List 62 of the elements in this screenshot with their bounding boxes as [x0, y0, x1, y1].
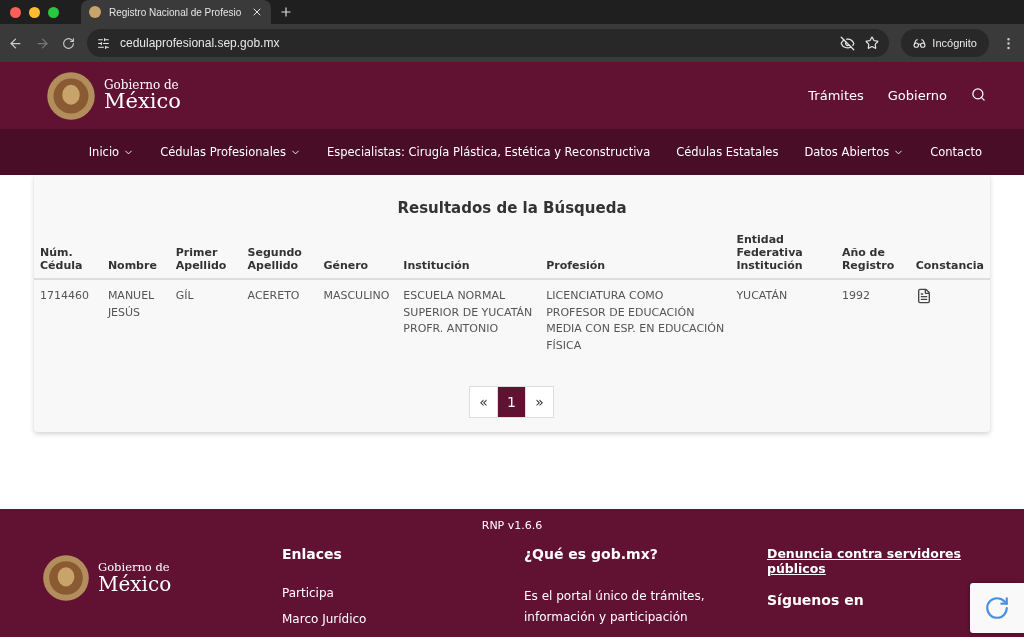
logo-text: Gobierno de México — [104, 79, 181, 112]
address-bar[interactable]: cedulaprofesional.sep.gob.mx — [87, 29, 890, 57]
column-header: Primer Apellido — [169, 227, 242, 279]
minimize-window-icon[interactable] — [29, 6, 40, 18]
table-cell: GÍL — [169, 279, 242, 362]
results-title: Resultados de la Búsqueda — [397, 199, 627, 217]
new-tab-icon[interactable] — [279, 5, 293, 19]
column-header: Institución — [397, 227, 541, 279]
reload-icon[interactable] — [62, 36, 75, 50]
column-header: Género — [317, 227, 398, 279]
column-header: Núm. Cédula — [34, 227, 102, 279]
report-link[interactable]: Denuncia contra servidores públicos — [767, 546, 987, 576]
nav-item[interactable]: Datos Abiertos — [804, 145, 905, 159]
coat-of-arms-icon — [46, 70, 96, 121]
logo-text: Gobierno de México — [98, 562, 172, 594]
nav-item[interactable]: Cédulas Profesionales — [160, 145, 301, 159]
close-icon[interactable] — [251, 6, 263, 18]
search-icon[interactable] — [971, 86, 986, 102]
column-header: Constancia — [909, 227, 990, 279]
links-heading: Enlaces — [282, 546, 343, 562]
nav-item[interactable]: Cédulas Estatales — [676, 145, 779, 159]
coat-of-arms-icon — [42, 554, 90, 602]
forward-icon[interactable] — [35, 35, 50, 51]
follow-heading: Síguenos en — [767, 592, 865, 608]
table-cell: 1714460 — [34, 279, 102, 362]
site-settings-icon[interactable] — [97, 36, 110, 50]
eye-slash-icon[interactable] — [840, 35, 856, 51]
column-header: Entidad Federativa Institución — [730, 227, 836, 279]
recaptcha-icon — [984, 595, 1010, 621]
footer-link[interactable]: Participa — [282, 586, 524, 600]
table-cell: YUCATÁN — [730, 279, 836, 362]
next-page-button[interactable]: » — [525, 386, 554, 418]
about-text: Es el portal único de trámites, información y participación — [524, 588, 706, 626]
maximize-window-icon[interactable] — [48, 6, 59, 18]
back-icon[interactable] — [8, 35, 23, 51]
column-header: Profesión — [540, 227, 731, 279]
footer-link[interactable]: Marco Jurídico — [282, 612, 524, 626]
bookmark-star-icon[interactable] — [865, 36, 880, 50]
nav-item[interactable]: Contacto — [930, 145, 982, 159]
about-heading: ¿Qué es gob.mx? — [524, 546, 659, 562]
table-cell: MASCULINO — [317, 279, 398, 362]
table-cell: LICENCIATURA COMO PROFESOR DE EDUCACIÓN MEDIA CON ESP. EN EDUCACIÓN FÍSICA — [540, 279, 731, 362]
version-label: RNP v1.6.6 — [481, 519, 543, 532]
incognito-button[interactable]: Incógnito — [901, 29, 989, 57]
incognito-icon — [913, 36, 927, 50]
favicon-icon — [89, 6, 101, 18]
page-button[interactable]: 1 — [497, 386, 526, 418]
column-header: Año de Registro — [835, 227, 910, 279]
column-header: Segundo Apellido — [241, 227, 318, 279]
browser-tab[interactable]: Registro Nacional de Profesio — [81, 0, 271, 24]
close-window-icon[interactable] — [10, 6, 21, 18]
previous-page-button[interactable]: « — [469, 386, 498, 418]
table-cell: 1992 — [835, 279, 910, 362]
nav-item[interactable]: Inicio — [88, 145, 135, 159]
table-cell: ACERETO — [241, 279, 318, 362]
table-cell: ESCUELA NORMAL SUPERIOR DE YUCATÁN PROFR. ANTONIO — [397, 279, 541, 362]
header-link[interactable]: Trámites — [808, 88, 864, 103]
column-header: Nombre — [101, 227, 170, 279]
header-link[interactable]: Gobierno — [887, 88, 947, 103]
nav-item[interactable]: Especialistas: Cirugía Plástica, Estética y Reconstructiva — [326, 145, 651, 159]
table-cell: MANUEL JESÚS — [101, 279, 170, 362]
pdf-document-icon[interactable] — [915, 288, 932, 304]
